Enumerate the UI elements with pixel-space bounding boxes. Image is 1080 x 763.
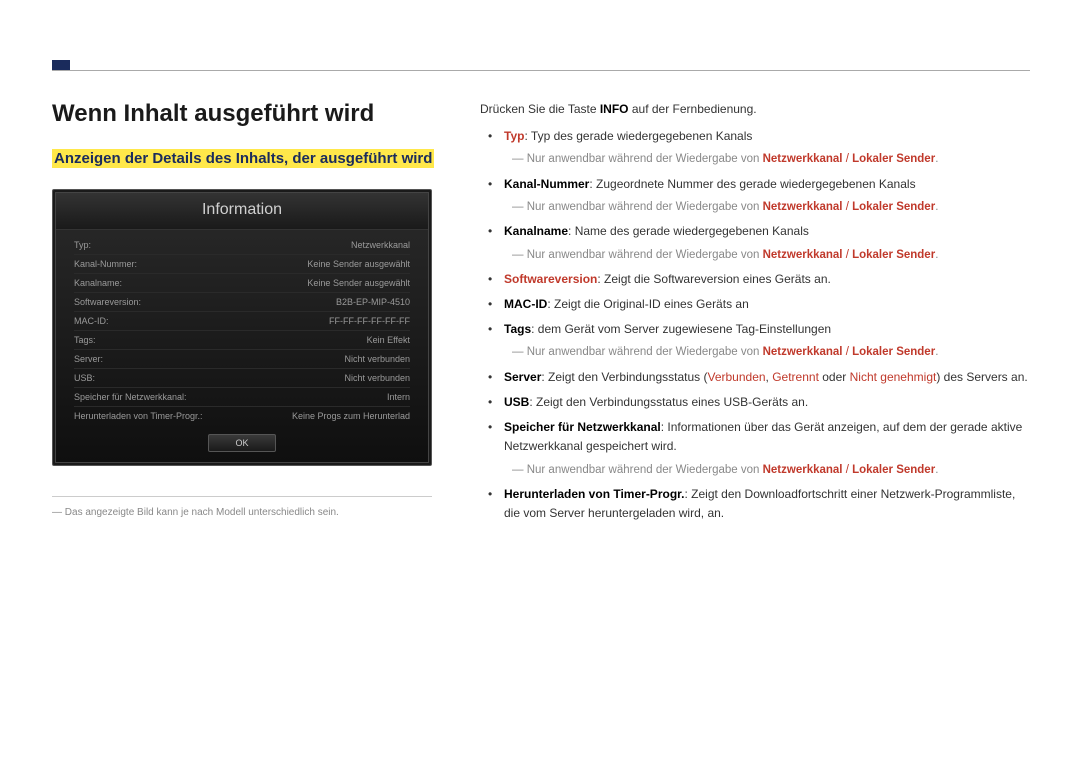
term-typ: Typ [504, 129, 524, 143]
term-softwareversion: Softwareversion [504, 272, 597, 286]
note-typ: Nur anwendbar während der Wiedergabe von… [512, 150, 1030, 168]
term-macid: MAC-ID [504, 297, 547, 311]
info-row-value: Nicht verbunden [344, 373, 410, 383]
desc-softwareversion: : Zeigt die Softwareversion eines Geräts… [597, 272, 830, 286]
term-kanalname: Kanalname [504, 224, 568, 238]
ok-button[interactable]: OK [208, 434, 275, 452]
info-row-value: Keine Sender ausgewählt [307, 259, 410, 269]
term-server: Server [504, 370, 541, 384]
footnote-text: Das angezeigte Bild kann je nach Modell … [52, 507, 452, 518]
page-content: Wenn Inhalt ausgeführt wird Anzeigen der… [52, 100, 1030, 529]
desc-typ: : Typ des gerade wiedergegebenen Kanals [524, 129, 752, 143]
info-row-value: Kein Effekt [367, 335, 410, 345]
left-column: Wenn Inhalt ausgeführt wird Anzeigen der… [52, 100, 452, 529]
note-tags: Nur anwendbar während der Wiedergabe von… [512, 343, 1030, 361]
term-usb: USB [504, 395, 529, 409]
info-row-value: FF-FF-FF-FF-FF-FF [329, 316, 410, 326]
page-title: Wenn Inhalt ausgeführt wird [52, 100, 452, 128]
item-usb: USB: Zeigt den Verbindungsstatus eines U… [494, 393, 1030, 412]
term-tags: Tags [504, 322, 531, 336]
intro-text: Drücken Sie die Taste INFO auf der Fernb… [480, 100, 1030, 119]
info-panel-row: Speicher für Netzwerkkanal: Intern [74, 388, 410, 407]
desc-usb: : Zeigt den Verbindungsstatus eines USB-… [529, 395, 808, 409]
term-speicher: Speicher für Netzwerkkanal [504, 420, 661, 434]
info-row-value: Keine Progs zum Herunterlad [292, 411, 410, 421]
info-panel-row: Server: Nicht verbunden [74, 350, 410, 369]
info-panel-row: Typ: Netzwerkkanal [74, 236, 410, 255]
term-timer: Herunterladen von Timer-Progr. [504, 487, 685, 501]
intro-prefix: Drücken Sie die Taste [480, 102, 600, 116]
note-kanalnummer: Nur anwendbar während der Wiedergabe von… [512, 198, 1030, 216]
item-tags: Tags: dem Gerät vom Server zugewiesene T… [494, 320, 1030, 362]
info-panel: Information Typ: Netzwerkkanal Kanal-Numme… [52, 189, 432, 466]
info-panel-footer: OK [56, 427, 428, 462]
section-heading-wrap: Anzeigen der Details des Inhalts, der au… [52, 148, 452, 171]
right-column: Drücken Sie die Taste INFO auf der Fernb… [480, 100, 1030, 529]
info-row-label: Softwareversion: [74, 297, 141, 307]
desc-macid: : Zeigt die Original-ID eines Geräts an [547, 297, 748, 311]
item-macid: MAC-ID: Zeigt die Original-ID eines Gerä… [494, 295, 1030, 314]
info-panel-row: USB: Nicht verbunden [74, 369, 410, 388]
desc-kanalname: : Name des gerade wiedergegebenen Kanals [568, 224, 809, 238]
info-panel-row: Herunterladen von Timer-Progr.: Keine Pro… [74, 407, 410, 425]
info-row-value: Intern [387, 392, 410, 402]
info-row-value: Nicht verbunden [344, 354, 410, 364]
info-row-label: Server: [74, 354, 103, 364]
item-softwareversion: Softwareversion: Zeigt die Softwareversi… [494, 270, 1030, 289]
info-row-label: USB: [74, 373, 95, 383]
info-panel-row: Tags: Kein Effekt [74, 331, 410, 350]
info-panel-row: Kanalname: Keine Sender ausgewählt [74, 274, 410, 293]
section-heading: Anzeigen der Details des Inhalts, der au… [52, 149, 434, 168]
header-accent-bar [52, 60, 70, 70]
info-panel-row: Kanal-Nummer: Keine Sender ausgewählt [74, 255, 410, 274]
info-row-label: Kanal-Nummer: [74, 259, 137, 269]
item-speicher: Speicher für Netzwerkkanal: Informatione… [494, 418, 1030, 479]
desc-tags: : dem Gerät vom Server zugewiesene Tag-E… [531, 322, 831, 336]
item-kanalnummer: Kanal-Nummer: Zugeordnete Nummer des ger… [494, 175, 1030, 217]
item-kanalname: Kanalname: Name des gerade wiedergegeben… [494, 222, 1030, 264]
info-row-label: Typ: [74, 240, 91, 250]
info-row-label: Herunterladen von Timer-Progr.: [74, 411, 203, 421]
info-row-label: Speicher für Netzwerkkanal: [74, 392, 187, 402]
info-panel-row: Softwareversion: B2B-EP-MIP-4510 [74, 293, 410, 312]
intro-key: INFO [600, 102, 629, 116]
desc-kanalnummer: : Zugeordnete Nummer des gerade wiederge… [589, 177, 915, 191]
item-typ: Typ: Typ des gerade wiedergegebenen Kana… [494, 127, 1030, 169]
footnote-divider [52, 496, 432, 497]
info-row-label: MAC-ID: [74, 316, 109, 326]
info-row-value: Keine Sender ausgewählt [307, 278, 410, 288]
description-list: Typ: Typ des gerade wiedergegebenen Kana… [480, 127, 1030, 523]
info-row-label: Tags: [74, 335, 96, 345]
note-kanalname: Nur anwendbar während der Wiedergabe von… [512, 246, 1030, 264]
info-panel-row: MAC-ID: FF-FF-FF-FF-FF-FF [74, 312, 410, 331]
note-speicher: Nur anwendbar während der Wiedergabe von… [512, 461, 1030, 479]
header-rule [52, 70, 1030, 71]
info-panel-title: Information [56, 193, 428, 230]
info-panel-inner: Information Typ: Netzwerkkanal Kanal-Numme… [55, 192, 429, 463]
info-panel-rows: Typ: Netzwerkkanal Kanal-Nummer: Keine Send… [56, 230, 428, 427]
term-kanalnummer: Kanal-Nummer [504, 177, 589, 191]
item-timer: Herunterladen von Timer-Progr.: Zeigt de… [494, 485, 1030, 523]
intro-suffix: auf der Fernbedienung. [629, 102, 757, 116]
item-server: Server: Zeigt den Verbindungsstatus (Ver… [494, 368, 1030, 387]
info-row-value: B2B-EP-MIP-4510 [336, 297, 410, 307]
info-row-value: Netzwerkkanal [351, 240, 410, 250]
info-row-label: Kanalname: [74, 278, 122, 288]
